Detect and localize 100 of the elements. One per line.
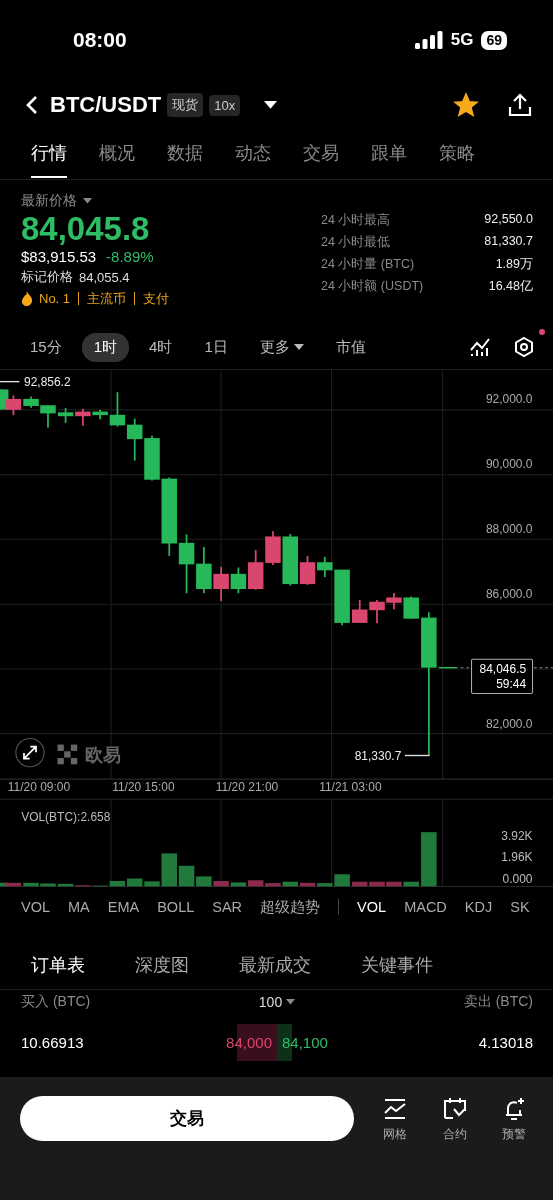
stat-value: 16.48亿 — [488, 278, 533, 295]
interval-tab[interactable]: 15分 — [18, 332, 74, 362]
order-book-tab[interactable]: 订单表 — [31, 952, 85, 977]
price-axis-label: 88,000.0 — [485, 522, 533, 537]
stat-label: 24 小时最高 — [321, 212, 391, 229]
flame-icon — [21, 291, 33, 306]
market-tag: 现货 — [167, 93, 204, 117]
share-icon[interactable] — [507, 92, 533, 118]
price-step-dropdown[interactable]: 100 — [258, 994, 296, 1010]
candle — [403, 595, 419, 620]
volume-axis-label: 0.000 — [502, 871, 533, 886]
price-change: -8.89% — [106, 248, 154, 265]
time-axis-label: 11/21 03:00 — [319, 779, 382, 794]
toolbar-action[interactable]: 预警 — [495, 1096, 533, 1143]
current-price-tag — [471, 658, 534, 694]
volume-axis-label: 1.96K — [501, 850, 533, 865]
market-tag: 10x — [209, 94, 241, 116]
rank-label: No. 1 — [39, 291, 71, 306]
price-label: 最新价格 — [21, 192, 77, 210]
logo-text: 欧易 — [84, 743, 121, 765]
more-intervals-dropdown[interactable]: 更多 — [247, 332, 316, 362]
leader-line — [0, 380, 21, 383]
category-tag[interactable]: 主流币 — [78, 292, 127, 305]
caret-icon — [83, 198, 92, 204]
current-price: 84,046.5 — [479, 662, 527, 677]
toolbar-action[interactable]: 网格 — [376, 1096, 414, 1143]
expand-icon[interactable] — [15, 738, 45, 768]
indicator-tab[interactable]: MA — [68, 899, 90, 915]
price-axis-label: 90,000.0 — [485, 457, 533, 472]
high-price-label: 92,856.2 — [24, 374, 71, 389]
stat-label: 24 小时最低 — [321, 234, 391, 251]
order-book-tab[interactable]: 最新成交 — [239, 952, 311, 977]
volume-bar — [421, 832, 437, 887]
indicator-tab[interactable]: VOL — [357, 899, 387, 915]
indicator-tab[interactable]: MACD — [404, 899, 447, 915]
order-book-tab[interactable]: 关键事件 — [361, 952, 433, 977]
dropdown-caret-icon — [264, 101, 278, 109]
indicator-tab[interactable]: 超级趋势 — [260, 897, 321, 917]
section-tab[interactable]: 数据 — [167, 130, 203, 178]
time-axis-label: 11/20 21:00 — [215, 779, 279, 794]
last-price: 84,045.8 — [21, 210, 151, 248]
candle — [213, 565, 229, 602]
mark-price: 84,055.4 — [79, 269, 130, 285]
clock-time: 08:00 — [73, 28, 128, 52]
indicator-tab[interactable]: EMA — [107, 899, 140, 915]
indicator-tab[interactable]: KDJ — [464, 899, 493, 915]
price-axis-label: 82,000.0 — [485, 716, 533, 731]
section-tab[interactable]: 跟单 — [371, 130, 407, 178]
volume-axis-label: 3.92K — [501, 828, 533, 843]
indicator-tab[interactable]: SK — [510, 899, 530, 915]
volume-title: VOL(BTC):2.658 — [21, 810, 111, 825]
price-axis-label: 92,000.0 — [485, 392, 533, 407]
line-chart-icon[interactable] — [469, 336, 491, 358]
interval-tab[interactable]: 4时 — [137, 332, 185, 362]
ask-header: 卖出 (BTC) — [463, 993, 533, 1011]
section-tab[interactable]: 策略 — [439, 130, 475, 178]
signal-icon — [414, 31, 443, 49]
order-book-tab[interactable]: 深度图 — [135, 952, 189, 977]
time-axis-label: 11/20 09:00 — [7, 779, 71, 794]
toolbar-action[interactable]: 合约 — [435, 1096, 474, 1143]
category-tag[interactable]: 支付 — [134, 292, 170, 305]
leader-line — [404, 754, 431, 757]
bid-price: 84,000 — [226, 1034, 272, 1051]
market-cap-tab[interactable]: 市值 — [323, 332, 378, 362]
indicator-tab[interactable]: VOL — [21, 899, 50, 915]
stat-value: 92,550.0 — [484, 212, 533, 228]
indicator-tab[interactable]: SAR — [212, 899, 243, 915]
candle — [178, 533, 195, 595]
time-axis-label: 11/20 15:00 — [112, 779, 175, 794]
section-tab[interactable]: 行情 — [31, 130, 67, 178]
usd-price: $83,915.53 — [21, 248, 97, 265]
stat-label: 24 小时量 (BTC) — [321, 256, 415, 273]
section-tab[interactable]: 交易 — [303, 130, 339, 178]
bid-amount: 10.66913 — [21, 1034, 85, 1051]
interval-tab[interactable]: 1时 — [81, 332, 130, 362]
back-icon[interactable] — [24, 95, 40, 115]
section-tab[interactable]: 概况 — [99, 130, 135, 178]
mark-price-label: 标记价格 — [21, 268, 73, 286]
settings-icon[interactable] — [513, 336, 535, 358]
low-price-label: 81,330.7 — [354, 748, 402, 763]
logo-mark-icon — [57, 744, 78, 765]
network-type: 5G — [450, 30, 474, 50]
favorite-star-icon[interactable] — [453, 92, 479, 118]
caret-icon — [293, 344, 304, 350]
trade-button[interactable]: 交易 — [20, 1096, 355, 1141]
price-axis-label: 86,000.0 — [485, 587, 533, 602]
interval-tab[interactable]: 1日 — [192, 332, 240, 362]
candle-countdown: 59:44 — [496, 677, 527, 692]
ask-amount: 4.13018 — [478, 1034, 533, 1051]
section-tab[interactable]: 动态 — [235, 130, 271, 178]
bid-header: 买入 (BTC) — [21, 993, 92, 1011]
stat-value: 1.89万 — [495, 256, 533, 273]
ask-price: 84,100 — [282, 1034, 328, 1051]
candle — [126, 417, 143, 462]
battery-level: 69 — [481, 30, 507, 50]
stat-label: 24 小时额 (USDT) — [321, 278, 424, 295]
pair-title: BTC/USDT — [50, 92, 162, 118]
candle — [196, 546, 212, 595]
caret-icon — [286, 999, 296, 1005]
indicator-tab[interactable]: BOLL — [157, 899, 195, 915]
